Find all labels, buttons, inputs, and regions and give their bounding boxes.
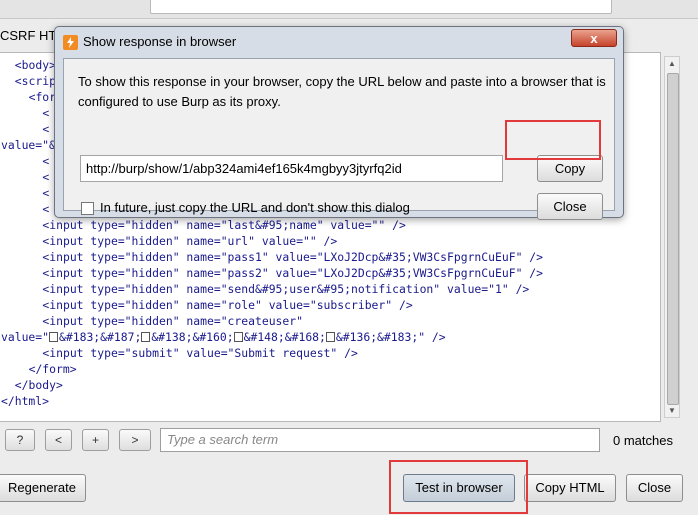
editor-scrollbar[interactable]: ▲ ▼ — [664, 56, 680, 418]
code-text: &#138;&#160; — [151, 330, 234, 344]
unknown-char-icon — [325, 332, 335, 342]
dont-show-checkbox-label: In future, just copy the URL and don't s… — [100, 200, 410, 215]
code-text: value="& — [1, 138, 56, 152]
code-line: <input type="submit" value="Submit reque… — [42, 345, 357, 361]
code-text: </html> — [1, 394, 50, 408]
dialog-close-button[interactable]: x — [571, 29, 617, 47]
code-line: </form> — [29, 361, 77, 377]
add-search-button[interactable]: + — [82, 429, 109, 451]
previous-match-button[interactable]: < — [45, 429, 72, 451]
code-line: <input type="hidden" name="createuser" — [42, 313, 303, 329]
code-text: <input type="hidden" name="send&#95;user… — [42, 282, 530, 296]
code-text: &#183;&#187; — [59, 330, 142, 344]
code-line: < — [42, 185, 49, 201]
code-text: <input type="submit" value="Submit reque… — [42, 346, 358, 360]
top-input-field[interactable] — [150, 0, 612, 14]
code-text: &#136;&#183;" /> — [335, 330, 446, 344]
burp-logo-icon — [63, 35, 78, 50]
code-text: < — [42, 154, 50, 168]
code-line: <input type="hidden" name="send&#95;user… — [42, 281, 529, 297]
scrollbar-thumb[interactable] — [667, 73, 679, 405]
code-text: < — [42, 106, 50, 120]
code-line: <input type="hidden" name="last&#95;name… — [42, 217, 405, 233]
code-line: <body> — [15, 57, 56, 73]
code-line: < — [42, 153, 49, 169]
regenerate-button[interactable]: Regenerate — [0, 474, 86, 502]
help-button[interactable]: ? — [5, 429, 35, 451]
code-line: value=" &#183;&#187; &#138;&#160; &#148;&#1… — [1, 329, 446, 345]
scroll-down-icon[interactable]: ▼ — [668, 406, 676, 415]
code-text: <input type="hidden" name="role" value="… — [42, 298, 413, 312]
unknown-char-icon — [141, 332, 151, 342]
code-text: <input type="hidden" name="last&#95;name… — [42, 218, 406, 232]
code-line: <input type="hidden" name="role" value="… — [42, 297, 412, 313]
code-line: <input type="hidden" name="url" value=""… — [42, 233, 337, 249]
test-in-browser-highlight — [389, 460, 528, 514]
code-text: < — [42, 122, 50, 136]
url-field[interactable]: http://burp/show/1/abp324ami4ef165k4mgby… — [80, 155, 503, 182]
dont-show-checkbox[interactable] — [81, 202, 94, 215]
unknown-char-icon — [233, 332, 243, 342]
code-line: < — [42, 169, 49, 185]
unknown-char-icon — [49, 332, 59, 342]
code-line: <input type="hidden" name="pass1" value=… — [42, 249, 543, 265]
close-button[interactable]: Close — [626, 474, 683, 502]
code-line: < — [42, 121, 49, 137]
code-line: <input type="hidden" name="pass2" value=… — [42, 265, 543, 281]
copy-html-button[interactable]: Copy HTML — [524, 474, 616, 502]
next-match-button[interactable]: > — [119, 429, 151, 451]
top-toolbar-strip — [0, 0, 698, 19]
code-text: &#148;&#168; — [243, 330, 326, 344]
match-count: 0 matches — [613, 433, 673, 448]
code-line: < — [42, 105, 49, 121]
code-text: <for — [28, 90, 57, 104]
code-line: <for — [29, 89, 56, 105]
code-line: </html> — [1, 393, 49, 409]
code-text: < — [42, 170, 50, 184]
code-text: <input type="hidden" name="url" value=""… — [42, 234, 338, 248]
copy-button-highlight — [505, 120, 601, 160]
code-text: < — [42, 186, 50, 200]
code-text: <input type="hidden" name="pass2" value=… — [42, 266, 544, 280]
code-text: < — [42, 202, 50, 216]
dialog-title: Show response in browser — [83, 34, 237, 49]
code-text: value=" — [1, 330, 50, 344]
scroll-up-icon[interactable]: ▲ — [668, 59, 676, 68]
code-text: <input type="hidden" name="createuser" — [42, 314, 303, 328]
code-line: < — [42, 201, 49, 217]
dialog-message: To show this response in your browser, c… — [78, 74, 606, 109]
code-line: </body> — [15, 377, 63, 393]
code-text: </form> — [28, 362, 77, 376]
search-input[interactable]: Type a search term — [160, 428, 600, 452]
code-line: value="& — [1, 137, 56, 153]
code-text: </body> — [14, 378, 63, 392]
code-text: <body> — [14, 58, 56, 72]
dialog-close-action-button[interactable]: Close — [537, 193, 603, 220]
code-text: <input type="hidden" name="pass1" value=… — [42, 250, 544, 264]
